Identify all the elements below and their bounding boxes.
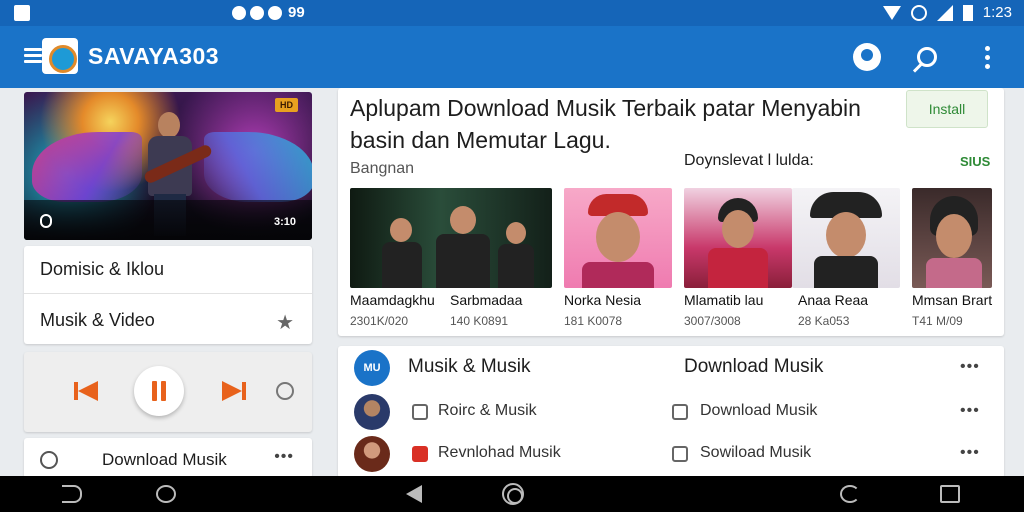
account-button[interactable] — [850, 40, 884, 74]
notification-icon — [268, 5, 282, 20]
status-time: 1:23 — [982, 4, 1012, 21]
clock-icon — [40, 451, 58, 469]
avatar — [354, 436, 390, 472]
page-title: Aplupam Download Musik Terbaik patar Men… — [350, 95, 861, 153]
media-player — [24, 352, 312, 432]
home-circle-icon[interactable] — [502, 483, 524, 505]
video-title[interactable]: Mmsan Brart — [912, 292, 992, 308]
account-icon — [853, 43, 881, 71]
video-thumbnail[interactable] — [684, 188, 792, 288]
more-icon[interactable]: ••• — [274, 448, 294, 466]
video-meta: 140 K0891 — [450, 314, 509, 328]
download-icon — [672, 404, 688, 420]
battery-icon — [962, 4, 973, 21]
category-label: Musik & Video — [40, 309, 155, 330]
recents-icon[interactable] — [940, 485, 960, 503]
star-icon[interactable]: ★ — [276, 310, 294, 335]
music-list: MU Musik & Musik Download Musik ••• Roir… — [338, 346, 1004, 478]
list-item[interactable]: Download Musik — [700, 402, 817, 420]
category-item[interactable]: Domisic & Iklou — [24, 246, 312, 294]
search-icon — [917, 47, 937, 67]
app-bar: SAVAYA303 — [0, 26, 1024, 88]
install-button[interactable]: Install — [906, 90, 988, 128]
section-label: Doynslevat l lulda: — [684, 152, 814, 169]
repeat-icon[interactable] — [276, 382, 294, 400]
notification-app-icon — [14, 5, 30, 21]
system-nav-bar — [0, 476, 1024, 512]
category-item[interactable]: Musik & Video ★ — [24, 296, 312, 344]
alarm-icon — [910, 4, 927, 21]
mic-icon — [40, 214, 52, 228]
rotate-icon[interactable] — [840, 485, 860, 503]
back-triangle-icon[interactable] — [406, 485, 422, 503]
video-meta: 181 K0078 — [564, 314, 623, 328]
video-meta: T41 M/09 — [912, 314, 963, 328]
video-icon — [412, 446, 428, 462]
menu-icon[interactable] — [24, 48, 42, 64]
avatar — [354, 394, 390, 430]
video-thumbnail[interactable] — [792, 188, 900, 288]
back-icon[interactable] — [62, 485, 82, 503]
video-title[interactable]: Sarbmadaa — [450, 292, 522, 308]
video-meta: 3007/3008 — [684, 314, 741, 328]
wifi-icon — [882, 5, 901, 20]
video-title[interactable]: Maamdagkhu — [350, 292, 435, 308]
list-item[interactable]: Roirc & Musik — [438, 402, 537, 420]
overflow-menu-button[interactable] — [970, 40, 1004, 74]
home-icon[interactable] — [156, 485, 176, 503]
see-more-link[interactable]: SIUS — [960, 154, 990, 169]
featured-video-thumbnail[interactable]: HD 3:10 — [24, 92, 312, 240]
quality-badge: HD — [275, 98, 298, 112]
video-duration: 3:10 — [273, 216, 296, 228]
video-title[interactable]: Anaa Reaa — [798, 292, 868, 308]
search-button[interactable] — [910, 40, 944, 74]
featured-card: Aplupam Download Musik Terbaik patar Men… — [338, 88, 1004, 336]
notification-icon — [232, 5, 246, 20]
section-label: Bangnan — [350, 160, 415, 177]
list-header: Musik & Musik — [408, 356, 531, 377]
video-title[interactable]: Mlamatib lau — [684, 292, 763, 308]
more-icon[interactable]: ••• — [960, 358, 980, 376]
more-icon[interactable]: ••• — [960, 444, 980, 462]
video-meta: 28 Ka053 — [798, 314, 850, 328]
avatar: MU — [354, 350, 390, 386]
video-meta: 2301K/020 — [350, 314, 409, 328]
download-label: Download Musik — [102, 450, 227, 469]
list-item[interactable]: Revnlohad Musik — [438, 444, 561, 462]
notification-count: 99 — [288, 4, 305, 21]
signal-icon — [936, 4, 953, 21]
video-thumbnail[interactable] — [912, 188, 992, 288]
previous-button[interactable] — [74, 380, 100, 402]
video-thumbnail[interactable] — [350, 188, 552, 288]
category-label: Domisic & Iklou — [40, 259, 165, 279]
more-icon[interactable]: ••• — [960, 402, 980, 420]
video-thumbnail[interactable] — [564, 188, 672, 288]
category-card: Domisic & Iklou Musik & Video ★ — [24, 246, 312, 344]
music-icon — [412, 404, 428, 420]
download-row[interactable]: Download Musik ••• — [24, 438, 312, 478]
app-title: SAVAYA303 — [88, 43, 220, 69]
pause-button[interactable] — [134, 366, 184, 416]
status-right-group: 1:23 — [882, 4, 1012, 21]
status-bar: 99 1:23 — [0, 0, 1024, 26]
notification-icon — [250, 5, 264, 20]
list-header: Download Musik — [684, 356, 824, 377]
download-icon — [672, 446, 688, 462]
app-logo — [42, 38, 78, 74]
next-button[interactable] — [220, 380, 246, 402]
video-title[interactable]: Norka Nesia — [564, 292, 641, 308]
status-notifications: 99 — [232, 4, 305, 21]
list-item[interactable]: Sowiload Musik — [700, 444, 811, 462]
